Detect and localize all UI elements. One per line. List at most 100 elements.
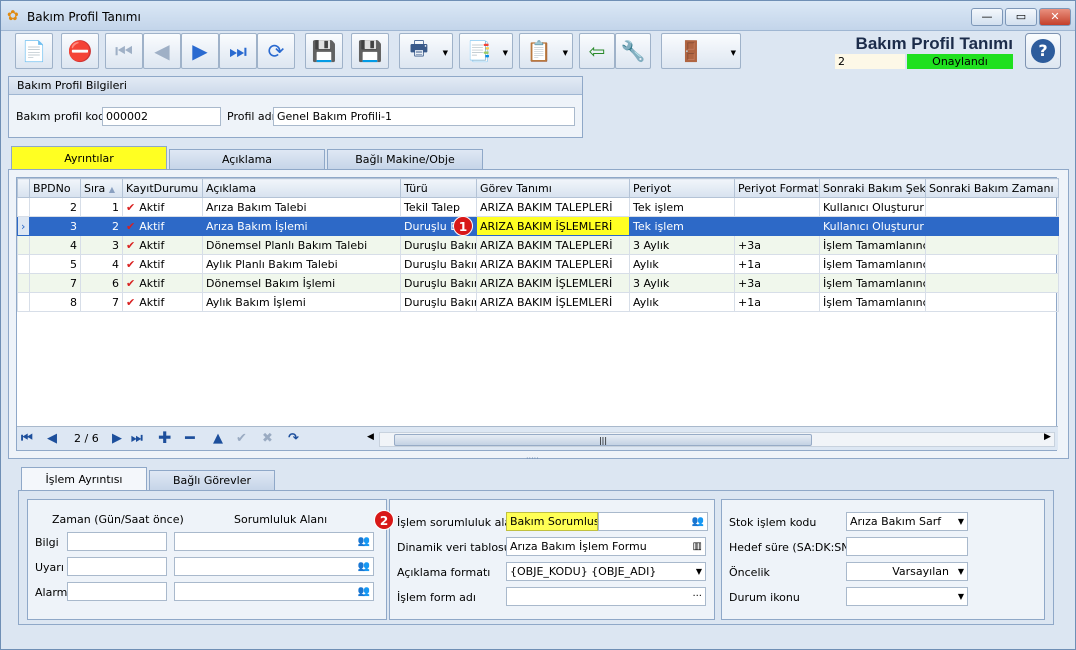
cell-aciklama[interactable]: Arıza Bakım İşlemi — [202, 216, 401, 236]
alarm-responsibility-field[interactable]: 👥 — [174, 582, 374, 601]
cell-durum[interactable]: ✔ Aktif — [122, 292, 203, 312]
priority-select[interactable]: Varsayılan ▼ — [846, 562, 968, 581]
chevron-down-icon[interactable]: ▼ — [696, 563, 702, 580]
cell-bpdno[interactable]: 7 — [29, 273, 81, 293]
nav-first-icon[interactable]: ⏮ — [21, 431, 33, 446]
column-header[interactable]: Sıra ▲ — [80, 178, 123, 198]
nav-up-icon[interactable]: ▲ — [213, 431, 223, 446]
cell-periyot[interactable]: 3 Aylık — [629, 235, 735, 255]
warning-time-field[interactable] — [67, 557, 167, 576]
description-format-select[interactable]: {OBJE_KODU} {OBJE_ADI} ▼ — [506, 562, 706, 581]
cell-sekil[interactable]: İşlem Tamamlanınca — [819, 235, 926, 255]
print-button[interactable]: 🖶 ▼ — [399, 33, 453, 69]
cell-zaman[interactable] — [925, 273, 1059, 293]
cell-aciklama[interactable]: Arıza Bakım Talebi — [202, 197, 401, 217]
column-header[interactable]: Sonraki Bakım Zamanı (Gün — [925, 178, 1059, 198]
cell-durum[interactable]: ✔ Aktif — [122, 197, 203, 217]
target-time-field[interactable] — [846, 537, 968, 556]
warning-responsibility-field[interactable]: 👥 — [174, 557, 374, 576]
pdf-export-button[interactable]: 📑 ▼ — [459, 33, 513, 69]
copy-button[interactable]: 📋 ▼ — [519, 33, 573, 69]
column-header[interactable]: Sonraki Bakım Şekli — [819, 178, 926, 198]
column-header[interactable]: Görev Tanımı — [476, 178, 630, 198]
cell-sekil[interactable]: Kullanıcı Oluşturur — [819, 216, 926, 236]
cell-bpdno[interactable]: 4 — [29, 235, 81, 255]
cell-bpdno[interactable]: 2 — [29, 197, 81, 217]
new-record-button[interactable]: 📄 — [15, 33, 53, 69]
settings-tool-button[interactable]: 🔧 — [615, 33, 651, 69]
cell-zaman[interactable] — [925, 292, 1059, 312]
column-header[interactable]: Açıklama — [202, 178, 401, 198]
first-record-button[interactable]: ⏮ — [105, 33, 143, 69]
cell-turu[interactable]: Tekil Talep — [400, 197, 477, 217]
chevron-down-icon[interactable]: ▼ — [958, 588, 964, 605]
delete-record-button[interactable]: ⛔ — [61, 33, 99, 69]
cell-zaman[interactable] — [925, 254, 1059, 274]
cell-sira[interactable]: 6 — [80, 273, 123, 293]
info-responsibility-field[interactable]: 👥 — [174, 532, 374, 551]
nav-next-icon[interactable]: ▶ — [112, 431, 122, 446]
scroll-left-icon[interactable]: ◀ — [367, 432, 374, 442]
cell-sekil[interactable]: İşlem Tamamlanınca — [819, 254, 926, 274]
cell-aciklama[interactable]: Dönemsel Planlı Bakım Talebi — [202, 235, 401, 255]
nav-confirm-icon[interactable]: ✔ — [236, 431, 247, 446]
cell-aciklama[interactable]: Aylık Bakım İşlemi — [202, 292, 401, 312]
import-button[interactable]: ⇦ — [579, 33, 615, 69]
status-icon-select[interactable]: ▼ — [846, 587, 968, 606]
process-form-field[interactable]: ··· — [506, 587, 706, 606]
nav-remove-icon[interactable]: ━ — [185, 428, 195, 447]
previous-record-button[interactable]: ◀ — [143, 33, 181, 69]
cell-sira[interactable]: 4 — [80, 254, 123, 274]
cell-durum[interactable]: ✔ Aktif — [122, 273, 203, 293]
tab-details[interactable]: Ayrıntılar — [11, 146, 167, 170]
save-button[interactable]: 💾 — [305, 33, 343, 69]
profile-name-field[interactable]: Genel Bakım Profili-1 — [273, 107, 575, 126]
stock-code-select[interactable]: Arıza Bakım Sarf ▼ — [846, 512, 968, 531]
people-picker-icon[interactable]: 👥 — [358, 558, 370, 575]
cell-turu[interactable]: Duruşlu Bakım — [400, 292, 477, 312]
nav-add-icon[interactable]: ✚ — [158, 428, 171, 447]
tab-process-detail[interactable]: İşlem Ayrıntısı — [21, 467, 147, 491]
cell-durum[interactable]: ✔ Aktif — [122, 235, 203, 255]
column-header[interactable]: KayıtDurumu — [122, 178, 203, 198]
column-header[interactable]: Periyot Formatı — [734, 178, 820, 198]
horizontal-scrollbar[interactable]: ||| — [379, 432, 1055, 447]
nav-refresh-icon[interactable]: ↷ — [288, 431, 299, 446]
process-responsibility-value[interactable]: Bakım Sorumlusu — [506, 512, 598, 531]
column-header[interactable]: BPDNo — [29, 178, 81, 198]
cell-bpdno[interactable]: 3 — [29, 216, 81, 236]
cell-format[interactable]: +1a — [734, 292, 820, 312]
cell-aciklama[interactable]: Aylık Planlı Bakım Talebi — [202, 254, 401, 274]
exit-button[interactable]: 🚪 ▼ — [661, 33, 741, 69]
cell-gorev[interactable]: ARIZA BAKIM TALEPLERİ — [476, 235, 630, 255]
people-picker-icon[interactable]: 👥 — [692, 513, 704, 530]
cell-sira[interactable]: 1 — [80, 197, 123, 217]
dynamic-table-field[interactable]: Arıza Bakım İşlem Formu ▥ — [506, 537, 706, 556]
refresh-button[interactable]: ⟳ — [257, 33, 295, 69]
maximize-button[interactable]: ▭ — [1005, 8, 1037, 26]
cancel-save-button[interactable]: 💾 — [351, 33, 389, 69]
chevron-down-icon[interactable]: ▼ — [958, 513, 964, 530]
cell-format[interactable] — [734, 197, 820, 217]
cell-sekil[interactable]: İşlem Tamamlanınca — [819, 292, 926, 312]
cell-periyot[interactable]: Tek işlem — [629, 216, 735, 236]
cell-sira[interactable]: 7 — [80, 292, 123, 312]
table-row[interactable]: 7 6 ✔ Aktif Dönemsel Bakım İşlemi Duruşlu Bak… — [17, 273, 1059, 293]
people-picker-icon[interactable]: 👥 — [358, 583, 370, 600]
cell-durum[interactable]: ✔ Aktif — [122, 254, 203, 274]
cell-format[interactable]: +1a — [734, 254, 820, 274]
cell-format[interactable]: +3a — [734, 273, 820, 293]
cell-aciklama[interactable]: Dönemsel Bakım İşlemi — [202, 273, 401, 293]
cell-periyot[interactable]: 3 Aylık — [629, 273, 735, 293]
scrollbar-thumb[interactable]: ||| — [394, 434, 812, 446]
cell-bpdno[interactable]: 5 — [29, 254, 81, 274]
close-button[interactable]: ✕ — [1039, 8, 1071, 26]
tab-linked-machines[interactable]: Bağlı Makine/Obje — [327, 149, 483, 169]
cell-durum[interactable]: ✔ Aktif — [122, 216, 203, 236]
table-row[interactable]: 5 4 ✔ Aktif Aylık Planlı Bakım Talebi Duruşlu… — [17, 254, 1059, 274]
chevron-down-icon[interactable]: ▼ — [958, 563, 964, 580]
tab-linked-tasks[interactable]: Bağlı Görevler — [149, 470, 275, 490]
cell-turu[interactable]: Duruşlu Bakım — [400, 273, 477, 293]
cell-format[interactable] — [734, 216, 820, 236]
cell-gorev[interactable]: ARIZA BAKIM İŞLEMLERİ — [476, 273, 630, 293]
